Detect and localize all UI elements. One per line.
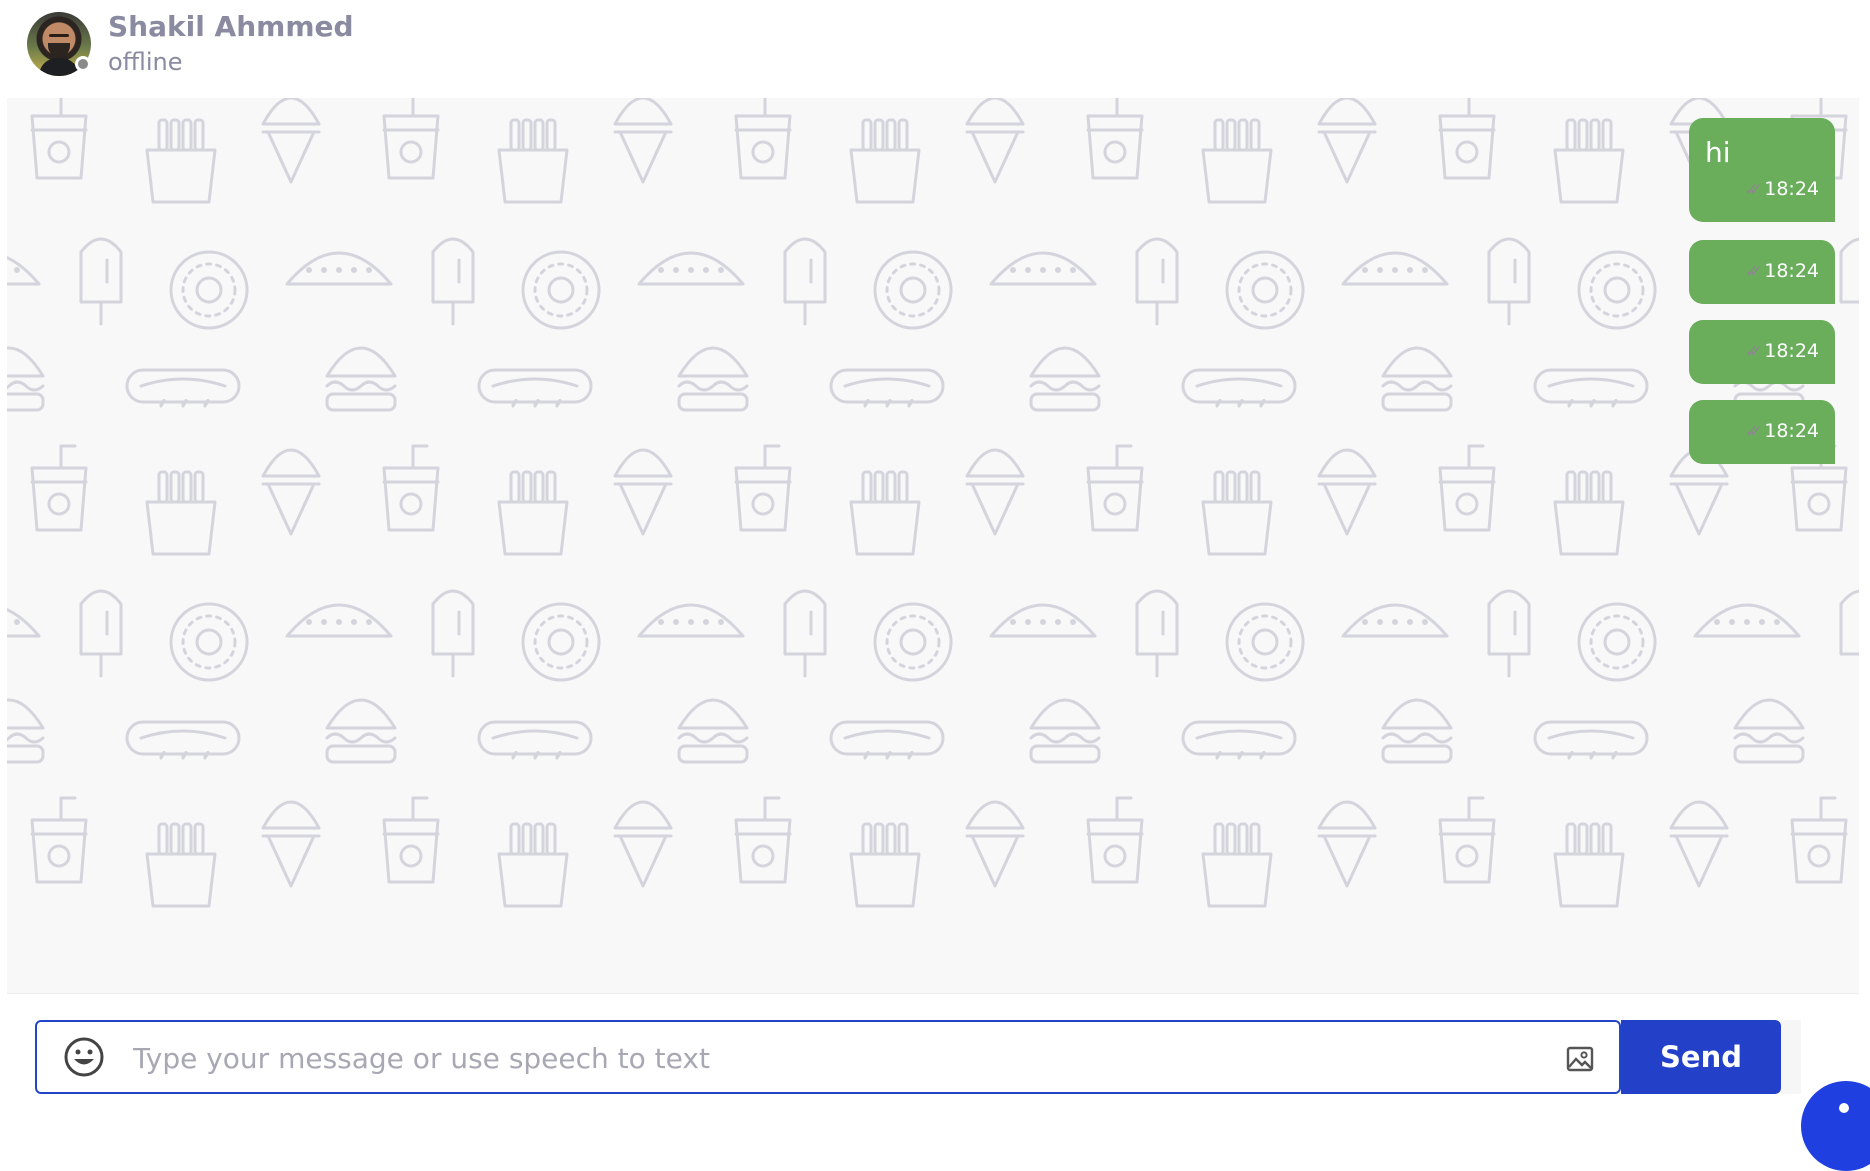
food-pattern-background: [7, 98, 1859, 908]
smiley-icon[interactable]: [63, 1036, 105, 1078]
avatar-shirt: [39, 58, 79, 76]
message-list[interactable]: hi ✓✓ 18:24 ✓✓ 18:24 ✓✓ 18:24 ✓✓ 18:24: [7, 98, 1859, 993]
avatar-eyes: [49, 34, 69, 37]
presence-status-dot: [75, 56, 91, 72]
read-receipt-icon: ✓✓: [1744, 422, 1763, 442]
message-time: 18:24: [1764, 178, 1819, 200]
contact-name[interactable]: Shakil Ahmmed: [108, 10, 354, 43]
message-bubble[interactable]: ✓✓ 18:24: [1689, 240, 1835, 304]
message-time: 18:24: [1764, 420, 1819, 442]
message-input[interactable]: [131, 1028, 1565, 1088]
chat-window: Shakil Ahmmed offline hi ✓✓ 18:24 ✓✓ 18:…: [0, 0, 1870, 1171]
composer-edge: [1781, 1020, 1801, 1094]
message-composer: [35, 1020, 1621, 1094]
avatar-beard: [48, 43, 70, 57]
send-button[interactable]: Send: [1621, 1020, 1781, 1094]
message-bubble[interactable]: ✓✓ 18:24: [1689, 320, 1835, 384]
contact-status: offline: [108, 48, 183, 76]
message-bubble[interactable]: hi ✓✓ 18:24: [1689, 118, 1835, 222]
message-time: 18:24: [1764, 260, 1819, 282]
message-time: 18:24: [1764, 340, 1819, 362]
image-icon[interactable]: [1565, 1044, 1595, 1074]
read-receipt-icon: ✓✓: [1744, 262, 1763, 282]
chat-header: Shakil Ahmmed offline: [7, 0, 1859, 98]
read-receipt-icon: ✓✓: [1744, 180, 1763, 200]
read-receipt-icon: ✓✓: [1744, 342, 1763, 362]
message-text: hi: [1705, 136, 1731, 169]
message-bubble[interactable]: ✓✓ 18:24: [1689, 400, 1835, 464]
